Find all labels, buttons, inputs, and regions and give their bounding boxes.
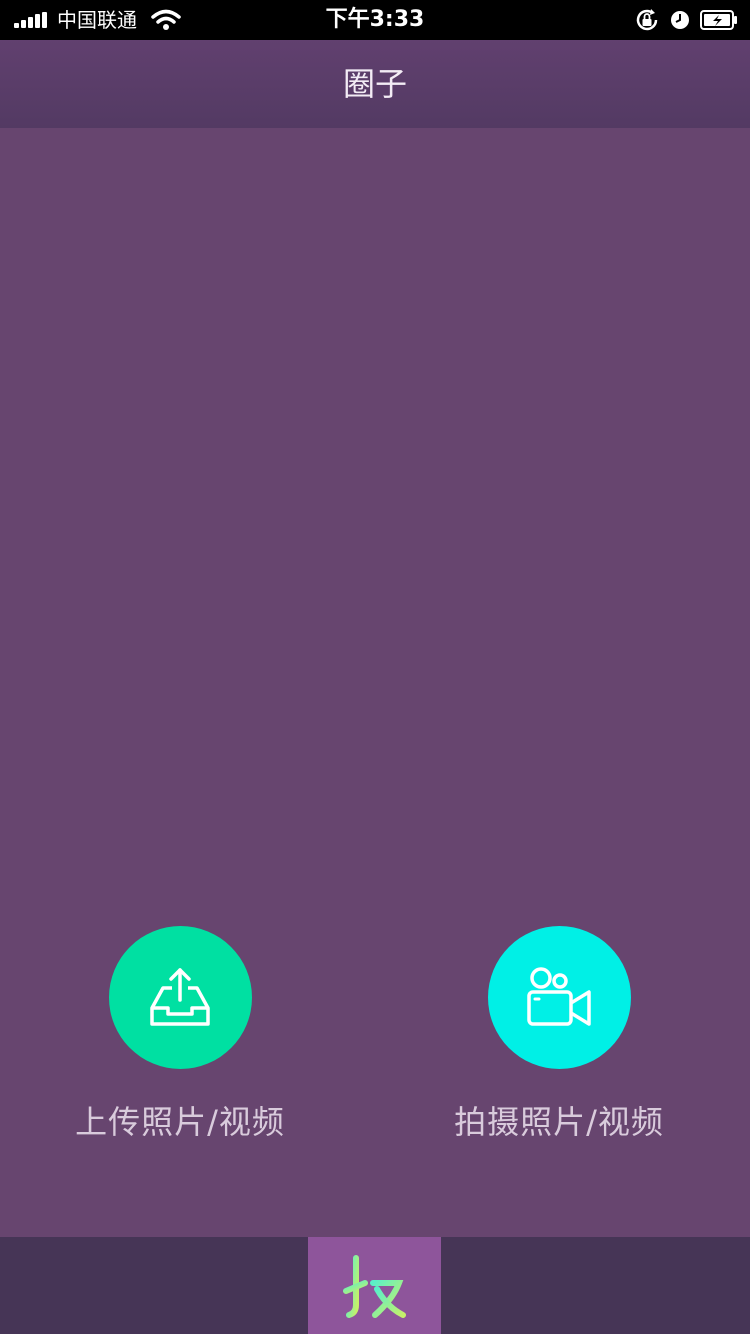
- capture-circle[interactable]: [487, 926, 631, 1069]
- capture-label: 拍摄照片/视频: [454, 1103, 664, 1141]
- upload-photo-video-button[interactable]: 上传照片/视频: [30, 926, 330, 1143]
- upload-tray-icon: [150, 967, 210, 1026]
- status-bar: 中国联通 下午3:33: [0, 0, 750, 40]
- rotation-lock-icon: [636, 9, 658, 31]
- tab-center-button[interactable]: [308, 1237, 441, 1334]
- upload-label: 上传照片/视频: [75, 1103, 285, 1141]
- upload-circle[interactable]: [108, 926, 252, 1069]
- status-right: [634, 0, 738, 40]
- video-camera-icon: [527, 966, 591, 1026]
- battery-charging-icon: [700, 10, 737, 30]
- ji-logo-icon: [342, 1253, 406, 1318]
- tab-bar: [0, 1237, 750, 1334]
- capture-photo-video-button[interactable]: 拍摄照片/视频: [409, 926, 709, 1143]
- main-content: 上传照片/视频 拍摄照片/视频: [0, 128, 750, 1237]
- nav-bar: 圈子: [0, 40, 750, 128]
- alarm-clock-icon: [671, 11, 689, 29]
- page-title: 圈子: [342, 65, 407, 103]
